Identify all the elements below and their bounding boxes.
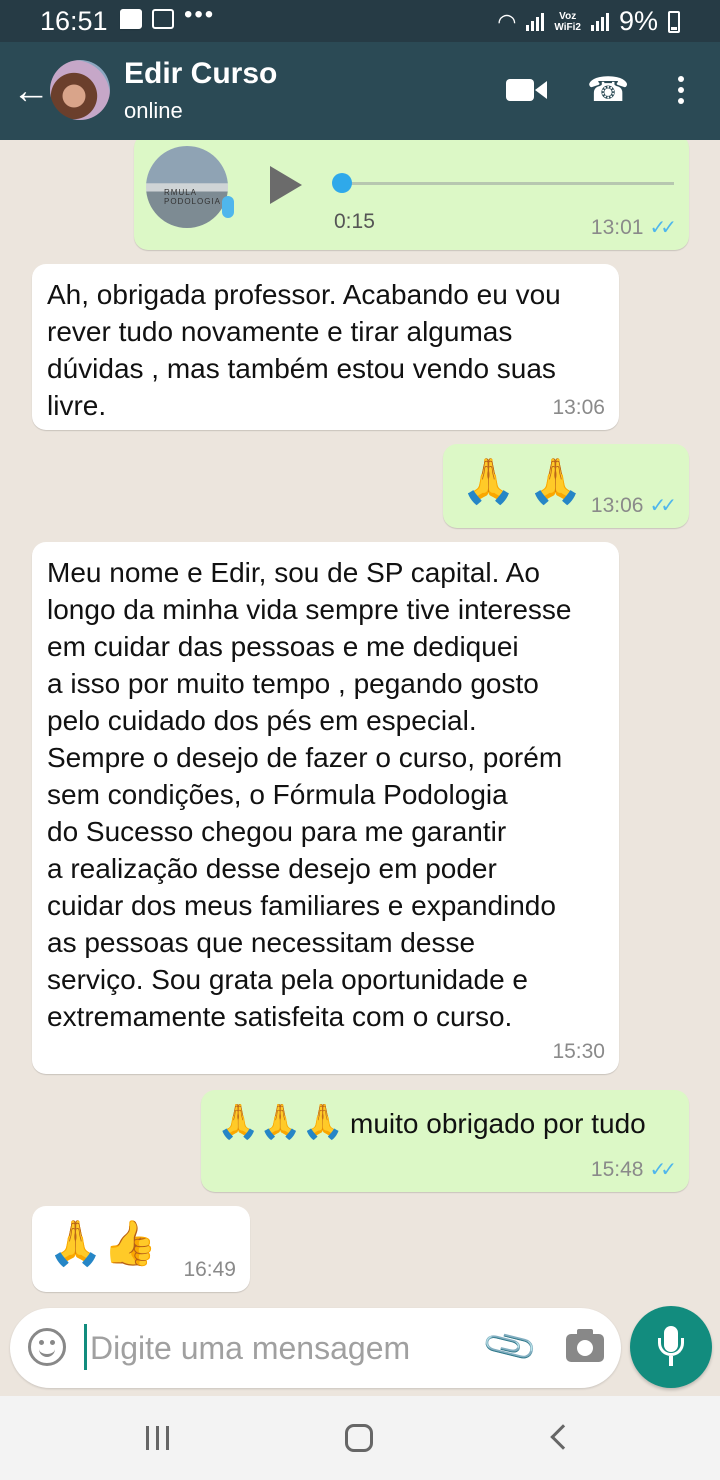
navigation-bar — [0, 1396, 720, 1480]
message-bubble-incoming[interactable]: Ah, obrigada professor. Acabando eu vou … — [32, 264, 619, 430]
read-ticks-icon: ✓✓ — [649, 495, 676, 517]
message-bubble-incoming[interactable]: Meu nome e Edir, sou de SP capital. Ao l… — [32, 542, 619, 1074]
text-cursor — [84, 1324, 87, 1370]
back-icon[interactable] — [550, 1424, 576, 1450]
play-icon[interactable] — [270, 166, 302, 204]
emoji-icon[interactable] — [28, 1328, 66, 1366]
pray-emoji: 🙏🙏🙏 — [217, 1103, 345, 1141]
message-time: 16:49 — [183, 1258, 236, 1281]
message-time: 13:01 — [590, 215, 644, 239]
battery-percent: 9% — [618, 6, 658, 36]
read-ticks-icon: ✓✓ — [649, 1159, 676, 1181]
avatar[interactable] — [50, 60, 110, 120]
message-time: 13:06 — [552, 396, 605, 419]
status-time: 16:51 — [40, 6, 108, 36]
signal-icon — [526, 12, 545, 31]
more-notifications-icon: ••• — [184, 1, 216, 28]
message-meta: 16:49 — [183, 1258, 236, 1282]
message-bubble-outgoing[interactable]: 🙏🙏🙏 muito obrigado por tudo 15:48 ✓✓ — [201, 1090, 689, 1192]
voicemail-icon — [152, 9, 174, 29]
message-input[interactable] — [90, 1322, 470, 1374]
message-meta: 15:48 ✓✓ — [590, 1157, 677, 1182]
pray-emoji: 🙏 🙏 — [461, 457, 583, 506]
message-time: 15:48 — [590, 1157, 644, 1181]
message-meta: 15:30 — [552, 1040, 605, 1064]
phone-call-icon[interactable]: ☎ — [586, 68, 630, 112]
contact-name[interactable]: Edir Curso — [124, 57, 277, 91]
audio-progress-track[interactable] — [344, 182, 674, 185]
message-bubble-outgoing[interactable]: 🙏 🙏 13:06 ✓✓ — [443, 444, 689, 528]
message-time: 15:30 — [552, 1040, 605, 1063]
recent-apps-icon[interactable] — [146, 1426, 169, 1450]
signal-icon-2 — [590, 12, 609, 31]
microphone-icon — [222, 196, 234, 218]
back-arrow-icon[interactable]: ← — [12, 72, 50, 110]
message-icon — [120, 9, 142, 29]
message-text: Ah, obrigada professor. Acabando eu vou … — [47, 279, 561, 421]
voice-message: RMULA PODOLOGIA 0:15 13:01 ✓✓ — [134, 140, 689, 250]
message-meta: 13:06 ✓✓ — [590, 493, 677, 518]
contact-status: online — [124, 98, 183, 123]
audio-progress-handle[interactable] — [332, 173, 352, 193]
attach-icon[interactable]: 📎 — [480, 1317, 540, 1376]
camera-icon[interactable] — [566, 1329, 604, 1362]
audio-duration: 0:15 — [334, 210, 375, 233]
wifi-icon: ◠ — [497, 8, 517, 34]
home-icon[interactable] — [345, 1424, 373, 1452]
notification-icons: ••• — [120, 1, 215, 29]
pray-thumbs-up-emoji: 🙏👍 — [48, 1219, 158, 1268]
chat-header: ← Edir Curso online ☎ — [0, 42, 720, 140]
video-call-icon[interactable] — [504, 68, 548, 112]
message-meta: 13:01 ✓✓ — [590, 215, 677, 240]
voice-record-button[interactable] — [630, 1306, 712, 1388]
system-icons: ◠ Voz WiFi2 9% — [497, 6, 680, 37]
read-ticks-icon: ✓✓ — [649, 217, 676, 239]
message-bubble-incoming[interactable]: 🙏👍 16:49 — [32, 1206, 250, 1292]
message-meta: 13:06 — [552, 396, 605, 420]
network-label: Voz WiFi2 — [554, 10, 581, 33]
message-text: Meu nome e Edir, sou de SP capital. Ao l… — [47, 557, 572, 1032]
chat-area[interactable]: RMULA PODOLOGIA 0:15 13:01 ✓✓ Ah, obriga… — [0, 140, 720, 1396]
message-composer: 📎 — [10, 1308, 621, 1388]
battery-icon — [668, 10, 680, 33]
message-time: 13:06 — [590, 493, 644, 517]
message-text: muito obrigado por tudo — [350, 1108, 646, 1139]
status-bar: 16:51 ••• ◠ Voz WiFi2 9% — [0, 0, 720, 42]
voice-thumbnail: RMULA PODOLOGIA — [146, 146, 228, 228]
more-options-icon[interactable] — [664, 68, 698, 112]
